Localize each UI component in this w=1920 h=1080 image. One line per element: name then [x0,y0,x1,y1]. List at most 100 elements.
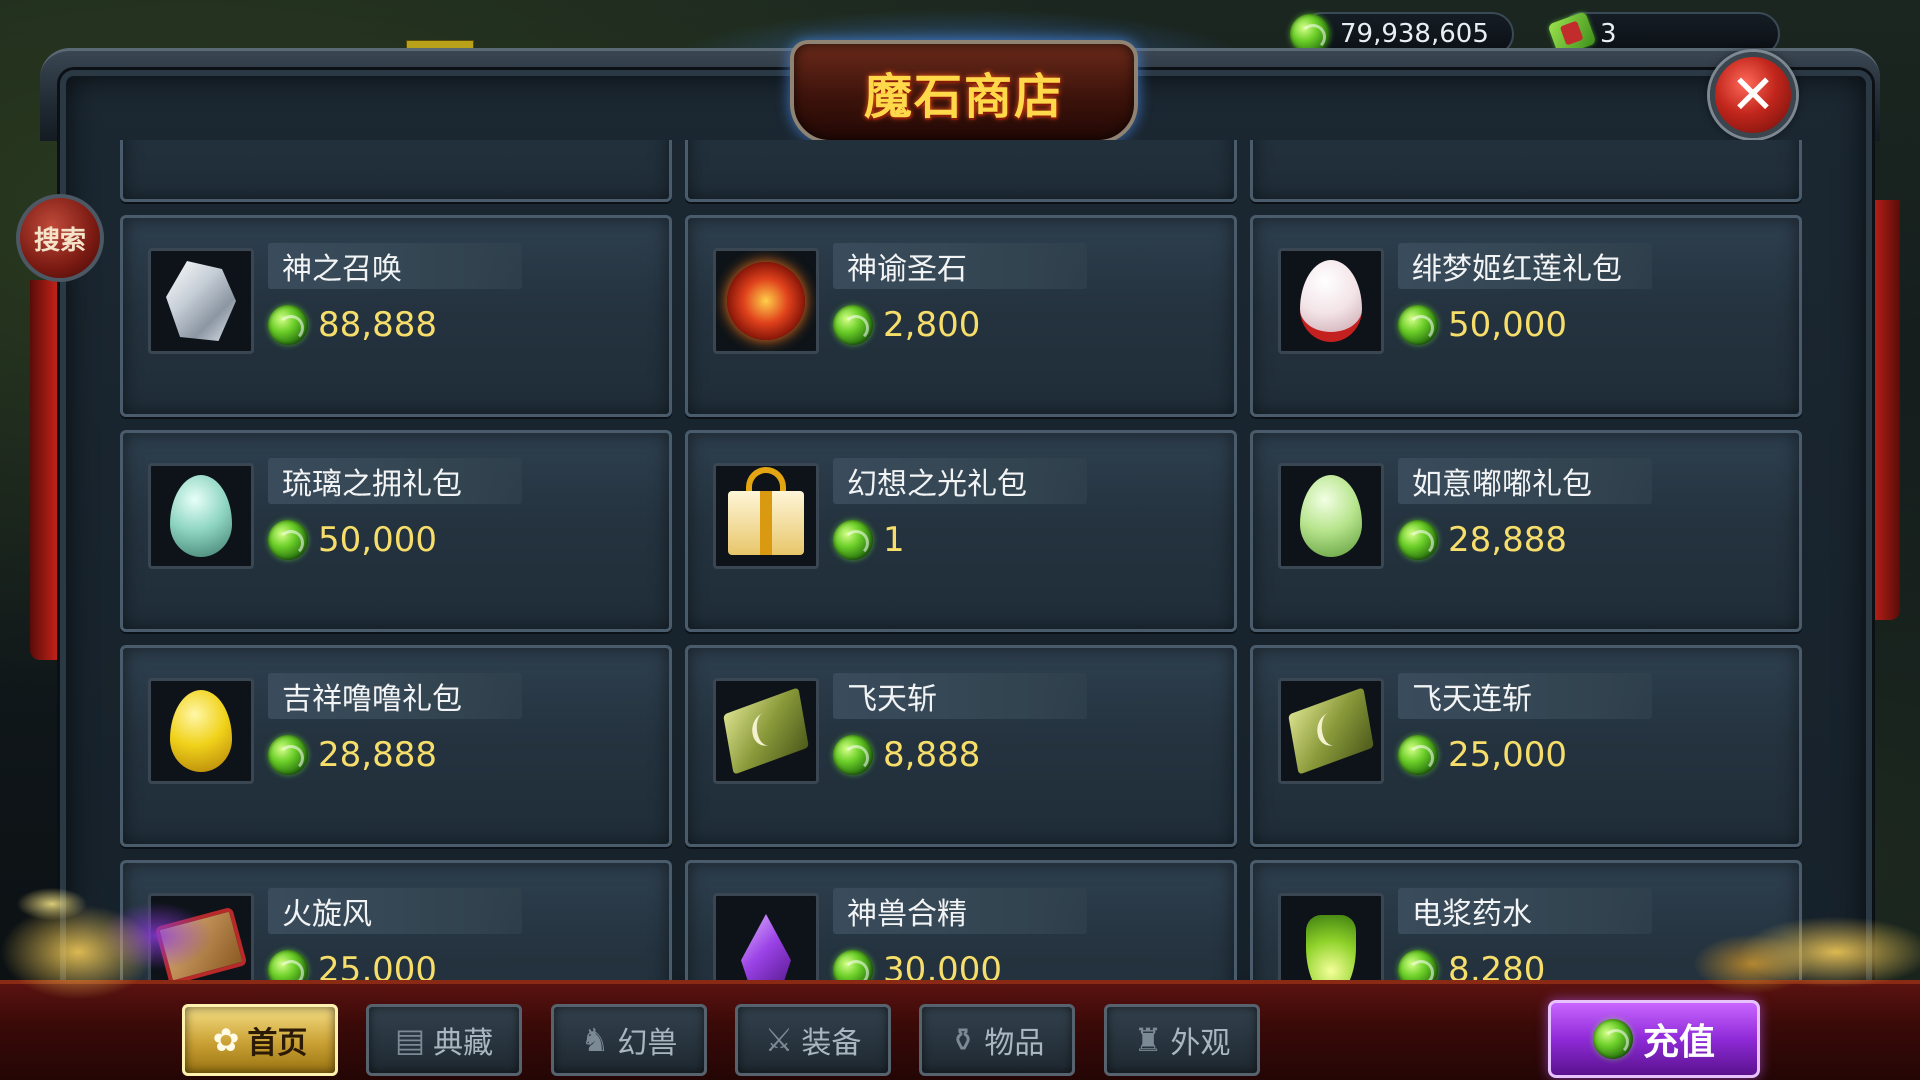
close-button[interactable]: ✕ [1710,52,1796,138]
shop-item-card[interactable] [120,140,672,202]
item-icon-slot [713,248,819,354]
shop-item-card[interactable]: 飞天连斩 25,000 [1250,645,1802,847]
green-egg-icon [1300,475,1362,557]
item-list-viewport[interactable]: 神之召唤 88,888 神谕圣石 2,800 绯梦姬红莲礼包 50,000 琉璃之拥礼包 50… [120,140,1810,980]
shop-title: 魔石商店 [863,69,1064,125]
tab-beast[interactable]: ♞ 幻兽 [551,1004,707,1076]
shop-item-card[interactable]: 神之召唤 88,888 [120,215,672,417]
tab-collection[interactable]: ▤ 典藏 [366,1004,522,1076]
tab-label: 外观 [1170,1026,1231,1061]
item-price-value: 50,000 [1448,305,1567,345]
item-name: 飞天斩 [833,673,1087,719]
magic-stone-icon [833,520,873,560]
item-name: 神兽合精 [833,888,1087,934]
tab-label: 装备 [801,1026,862,1061]
shop-item-card[interactable]: 琉璃之拥礼包 50,000 [120,430,672,632]
shop-item-card[interactable]: 吉祥噜噜礼包 28,888 [120,645,672,847]
item-name: 神谕圣石 [833,243,1087,289]
item-price-value: 8,280 [1448,950,1546,980]
collection-icon: ▤ [394,1021,426,1059]
tab-sword[interactable]: ⚔ 装备 [735,1004,891,1076]
item-price: 50,000 [1398,303,1567,347]
item-price: 28,888 [1398,518,1567,562]
item-price: 88,888 [268,303,437,347]
teal-egg-icon [170,475,232,557]
shop-item-card[interactable] [685,140,1237,202]
shop-item-card[interactable]: 如意嘟嘟礼包 28,888 [1250,430,1802,632]
item-name: 如意嘟嘟礼包 [1398,458,1652,504]
item-icon-slot [148,678,254,784]
item-price-value: 1 [883,520,905,560]
magic-stone-icon [1398,735,1438,775]
item-price-value: 30,000 [883,950,1002,980]
shop-title-plate: 魔石商店 [790,40,1138,144]
item-price-value: 25,000 [318,950,437,980]
item-grid: 神之召唤 88,888 神谕圣石 2,800 绯梦姬红莲礼包 50,000 琉璃之拥礼包 50… [120,140,1802,980]
item-price: 8,888 [833,733,980,777]
item-price: 25,000 [1398,733,1567,777]
shop-item-card[interactable]: 绯梦姬红莲礼包 50,000 [1250,215,1802,417]
item-name: 吉祥噜噜礼包 [268,673,522,719]
item-icon-slot [713,678,819,784]
armor-icon: ♜ [1133,1021,1163,1059]
yellow-egg-icon [170,690,232,772]
item-price: 30,000 [833,948,1002,980]
tab-armor[interactable]: ♜ 外观 [1104,1004,1260,1076]
tab-label: 首页 [247,1026,308,1061]
shop-item-card[interactable]: 飞天斩 8,888 [685,645,1237,847]
gift-box-icon [728,467,804,555]
fire-orb-icon [727,262,805,340]
sword-icon: ⚔ [764,1021,794,1059]
item-name: 飞天连斩 [1398,673,1652,719]
item-icon: ⚱ [949,1021,977,1059]
item-price-value: 28,888 [318,735,437,775]
item-price-value: 2,800 [883,305,981,345]
magic-stone-icon [268,735,308,775]
shop-item-card[interactable] [1250,140,1802,202]
magic-stone-icon [1398,305,1438,345]
magic-stone-amount: 79,938,605 [1340,19,1489,49]
shop-item-card[interactable]: 幻想之光礼包 1 [685,430,1237,632]
game-scene: 79,938,605 3 魔石商店 ✕ 搜索 神之召唤 88,888 神谕圣石 2,8… [0,0,1920,1080]
item-icon-slot [1278,893,1384,980]
item-price: 28,888 [268,733,437,777]
pink-egg-icon [1300,260,1362,342]
item-price: 50,000 [268,518,437,562]
gold-coins-decoration [1640,880,1920,1000]
item-icon-slot [713,463,819,569]
item-name: 琉璃之拥礼包 [268,458,522,504]
magic-stone-icon [1592,1019,1633,1059]
magic-stone-icon [833,950,873,980]
item-icon-slot [1278,463,1384,569]
tab-label: 典藏 [433,1026,494,1061]
magic-stone-icon [1398,950,1438,980]
treasure-pile-decoration [0,840,260,1000]
item-icon-slot [1278,678,1384,784]
close-icon: ✕ [1730,63,1776,126]
item-icon-slot [713,893,819,980]
potion-icon [1306,915,1356,980]
item-price-value: 88,888 [318,305,437,345]
item-name: 绯梦姬红莲礼包 [1398,243,1652,289]
tab-item[interactable]: ⚱ 物品 [919,1004,1075,1076]
crystal-icon [166,261,236,341]
shop-item-card[interactable]: 神谕圣石 2,800 [685,215,1237,417]
item-price-value: 25,000 [1448,735,1567,775]
item-name: 幻想之光礼包 [833,458,1087,504]
magic-stone-icon [833,305,873,345]
item-icon-slot [148,248,254,354]
item-price-value: 28,888 [1448,520,1567,560]
tab-label: 物品 [984,1026,1045,1061]
item-name: 神之召唤 [268,243,522,289]
tab-flower[interactable]: ✿ 首页 [182,1004,338,1076]
item-name: 火旋风 [268,888,522,934]
item-name: 电浆药水 [1398,888,1652,934]
recharge-button[interactable]: 充值 [1548,1000,1760,1078]
magic-stone-icon [833,735,873,775]
item-price-value: 50,000 [318,520,437,560]
search-button[interactable]: 搜索 [16,194,104,282]
magic-stone-icon [268,950,308,980]
beast-icon: ♞ [580,1021,610,1059]
shop-item-card[interactable]: 神兽合精 30,000 [685,860,1237,980]
item-price: 25,000 [268,948,437,980]
